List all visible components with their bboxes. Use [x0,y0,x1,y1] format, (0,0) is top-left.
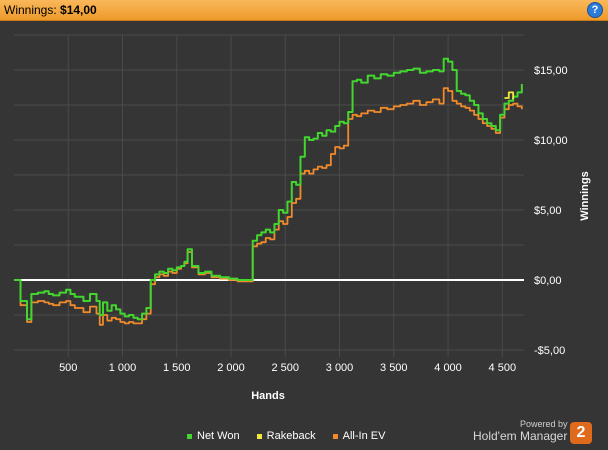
legend-rakeback[interactable]: Rakeback [256,430,316,442]
y-tick-label: $5,00 [534,205,562,217]
y-tick-label: -$5,00 [534,345,565,357]
series-line-all-in-ev [14,87,523,326]
powered-by-text: Powered by [520,419,568,429]
x-tick-label: 1 000 [109,362,137,374]
x-tick-label: 4 500 [489,362,517,374]
x-tick-label: 4 000 [434,362,462,374]
x-tick-label: 2 500 [272,362,300,374]
y-axis-label: Winnings [579,171,591,220]
y-tick-label: $15,00 [534,65,568,77]
brand-name: Hold'em Manager [473,429,568,443]
legend-rakeback-label: Rakeback [266,430,316,442]
x-tick-label: 500 [59,362,77,374]
x-tick-label: 3 500 [380,362,408,374]
x-tick-labels: 500 1 000 1 500 2 000 2 500 3 000 3 500 4 000 4 … [59,362,516,374]
y-tick-label: $0,00 [534,275,562,287]
y-tick-label: $10,00 [534,135,568,147]
legend-net-won-swatch [187,433,192,439]
series-layer [14,57,523,326]
y-tick-labels: -$5,00 $0,00 $5,00 $10,00 $15,00 [534,65,568,357]
x-tick-label: 3 000 [326,362,354,374]
legend-net-won[interactable]: Net Won [187,430,240,442]
legend-rakeback-swatch [256,433,262,439]
legend: Net Won Rakeback All-In EV [187,430,399,442]
series-line-rakeback [504,91,515,100]
legend-all-in-ev-label: All-In EV [342,430,386,442]
legend-all-in-ev[interactable]: All-In EV [332,430,386,442]
winnings-chart: 500 1 000 1 500 2 000 2 500 3 000 3 500 4 000 4 … [14,34,591,402]
legend-all-in-ev-swatch [332,433,338,439]
x-tick-label: 2 000 [217,362,245,374]
legend-net-won-label: Net Won [197,430,240,442]
x-axis-label: Hands [251,390,285,402]
x-tick-label: 1 500 [163,362,191,374]
hem-logo-icon: 2 [570,422,592,444]
